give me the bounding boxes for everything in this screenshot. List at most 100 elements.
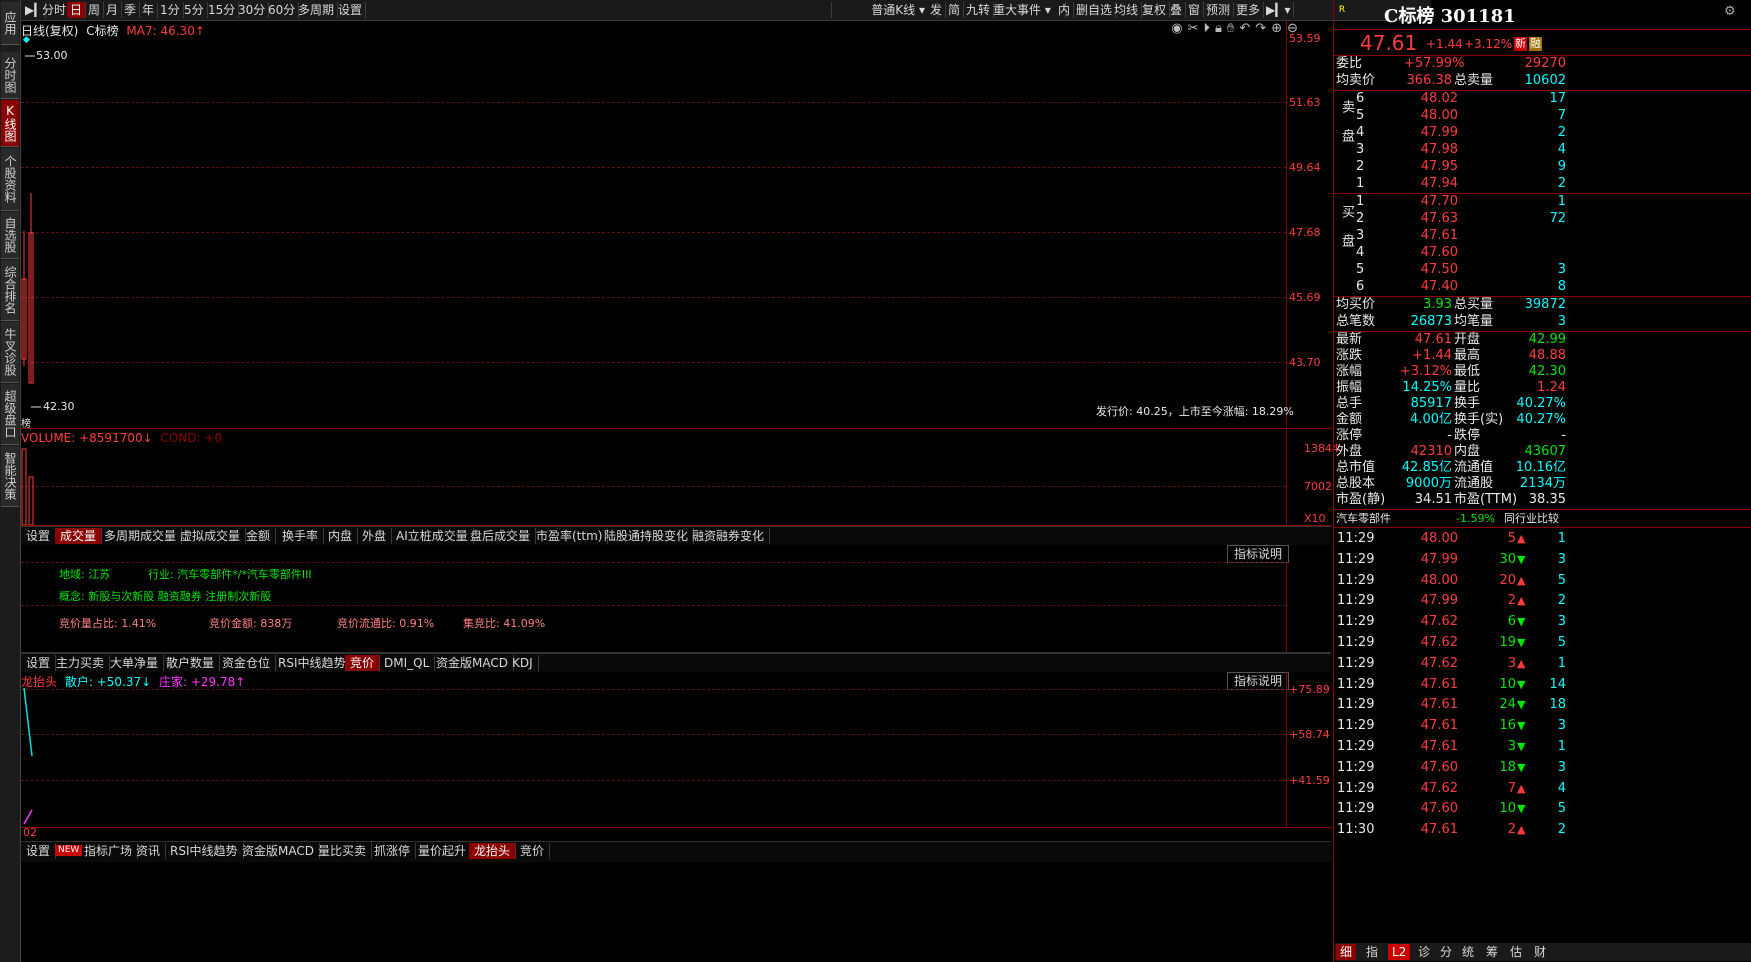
info-tab-virtual-volume[interactable]: 虚拟成交量 [175, 528, 247, 544]
ind-tab-dmi-ql[interactable]: DMI_QL [379, 655, 436, 671]
multi-period-button[interactable]: 多周期 [295, 2, 339, 18]
sidebar-tab-watchlist[interactable]: 自选股 [1, 212, 19, 259]
info-tab-margin[interactable]: 融资融券变化 [687, 528, 771, 544]
tick-count: 1 [1557, 739, 1566, 754]
sidebar-tab-super-board[interactable]: 超级盘口 [1, 384, 19, 445]
toolbar-overlay[interactable]: 叠 [1167, 2, 1187, 18]
toolbar-ma[interactable]: 均线 [1111, 2, 1143, 18]
qtab-diag[interactable]: 诊 [1414, 944, 1434, 960]
eye-icon[interactable]: ◉ [1171, 21, 1187, 36]
info-tab-volume[interactable]: 成交量 [55, 528, 103, 544]
toolbar-more[interactable]: 更多 [1233, 2, 1265, 18]
high-price-marker: 53.00 [36, 49, 68, 62]
period-month[interactable]: 月 [103, 2, 123, 18]
qtab-valuation[interactable]: 估 [1506, 944, 1526, 960]
bid-volume: 8 [1557, 279, 1566, 294]
qtab-fen[interactable]: 分 [1436, 944, 1456, 960]
expand-icon[interactable]: ▶▎▾ [1263, 2, 1295, 18]
indicator-explain-button[interactable]: 指标说明 [1227, 672, 1290, 690]
undo-icon[interactable]: ↶ [1239, 21, 1255, 36]
redo-icon[interactable]: ↷ [1255, 21, 1271, 36]
quote-bottom-tabs: 细 指 L2 诊 分 统 筹 估 财 [1334, 943, 1751, 961]
ind-tab-main-force[interactable]: 主力买卖 [51, 655, 111, 671]
qtab-index[interactable]: 指 [1362, 944, 1382, 960]
toolbar-adjust[interactable]: 复权 [1139, 2, 1171, 18]
sidebar-tab-apps[interactable]: 应用 [1, 2, 19, 45]
scissors-icon[interactable]: ✂ [1188, 21, 1204, 36]
info-tab-pe-ttm[interactable]: 市盈率(ttm) [531, 528, 609, 544]
low-price-marker: 42.30 [43, 400, 75, 413]
period-week[interactable]: 周 [85, 2, 105, 18]
ind-tab-auction[interactable]: 竞价 [345, 655, 381, 671]
last-price: 47.61 [1360, 31, 1418, 55]
toolbar-fa[interactable]: 发 [927, 2, 947, 18]
bottom-tab-volume-ratio[interactable]: 量比买卖 [313, 843, 373, 859]
hand-icon[interactable]: ✋︎ [1227, 21, 1239, 36]
stat-row: 涨停 - 跌停 - [1336, 428, 1566, 444]
info-tab-hk-connect[interactable]: 陆股通持股变化 [599, 528, 695, 544]
ind-tab-rsi-trend[interactable]: RSI中线趋势 [273, 655, 352, 671]
bottom-tab-settings[interactable]: 设置 [21, 843, 57, 859]
info-tab-ai-volume[interactable]: AI立桩成交量 [391, 528, 474, 544]
bottom-tab-news[interactable]: 资讯 [131, 843, 167, 859]
bottom-tab-limit-up[interactable]: 抓涨停 [369, 843, 417, 859]
bottom-tab-volume-price[interactable]: 量价起升 [413, 843, 473, 859]
sidebar-tab-ranking[interactable]: 综合排名 [1, 260, 19, 321]
period-intraday[interactable]: 分时 [39, 2, 71, 18]
settings-button[interactable]: 设置 [335, 2, 367, 18]
bid-row: 4 47.60 [1336, 245, 1566, 261]
arrow-up-icon: ▲ [1517, 532, 1526, 545]
period-quarter[interactable]: 季 [121, 2, 141, 18]
qtab-stats[interactable]: 统 [1458, 944, 1478, 960]
bottom-tab-indicator-plaza[interactable]: 指标广场 [79, 843, 139, 859]
stat-row: 总市值 42.85亿 流通值 10.16亿 [1336, 460, 1566, 476]
period-year[interactable]: 年 [139, 2, 159, 18]
lock-icon[interactable]: 🔒︎ [1215, 21, 1227, 36]
zoom-in-icon[interactable]: ⊕ [1271, 21, 1287, 36]
ind-tab-fund-macd[interactable]: 资金版MACD [431, 655, 514, 671]
ind-tab-big-order[interactable]: 大单净量 [105, 655, 165, 671]
toolbar-forecast[interactable]: 预测 [1203, 2, 1235, 18]
info-tab-inner[interactable]: 内盘 [323, 528, 359, 544]
qtab-l2[interactable]: L2 [1388, 944, 1411, 960]
sidebar-tab-intraday[interactable]: 分时图 [1, 52, 19, 99]
tick-volume: 6 [1507, 614, 1516, 630]
tick-count: 3 [1557, 718, 1566, 734]
toolbar-remove-watch[interactable]: 删自选 [1073, 2, 1117, 18]
toolbar-window[interactable]: 窗 [1185, 2, 1205, 18]
tick-time: 11:29 [1337, 697, 1375, 713]
period-1min[interactable]: 1分 [157, 2, 184, 18]
bottom-tab-fund-macd[interactable]: 资金版MACD [237, 843, 320, 859]
info-tab-outer[interactable]: 外盘 [357, 528, 393, 544]
sidebar-tab-diagnosis[interactable]: 牛叉诊股 [1, 322, 19, 383]
info-tab-settings[interactable]: 设置 [21, 528, 57, 544]
y-tick-label: 43.70 [1289, 356, 1321, 369]
sidebar-tab-profile[interactable]: 个股资料 [1, 148, 19, 211]
info-tab-after-hours[interactable]: 盘后成交量 [465, 528, 537, 544]
sidebar-tab-kline[interactable]: K线图 [1, 100, 19, 147]
info-tab-turnover[interactable]: 换手率 [277, 528, 325, 544]
total-trades-row: 总笔数 26873 均笔量 3 [1336, 314, 1566, 330]
gear-icon[interactable]: ⚙ [1724, 4, 1736, 19]
peer-compare-button[interactable]: 同行业比较 [1504, 511, 1559, 527]
sidebar-tab-smart-decision[interactable]: 智能决策 [1, 446, 19, 507]
qtab-detail[interactable]: 细 [1336, 944, 1357, 960]
ind-tab-kdj[interactable]: KDJ [507, 655, 539, 671]
info-tab-amount[interactable]: 金额 [241, 528, 277, 544]
sector-name[interactable]: 汽车零部件 [1336, 511, 1391, 527]
qtab-finance[interactable]: 财 [1530, 944, 1550, 960]
qtab-chip[interactable]: 筹 [1482, 944, 1502, 960]
ind-tab-retail-count[interactable]: 散户数量 [161, 655, 221, 671]
info-tab-multi-volume[interactable]: 多周期成交量 [99, 528, 183, 544]
bottom-tab-rsi-trend[interactable]: RSI中线趋势 [165, 843, 244, 859]
bottom-tab-dragon[interactable]: 龙抬头 [469, 843, 517, 859]
period-5min[interactable]: 5分 [181, 2, 208, 18]
play-icon[interactable]: ⏵ [1204, 21, 1216, 36]
toolbar-jian[interactable]: 简 [945, 2, 965, 18]
kline-type-select[interactable]: 普通K线 ▾ [831, 2, 938, 18]
bottom-tab-auction[interactable]: 竞价 [515, 843, 551, 859]
indicator-explain-button[interactable]: 指标说明 [1227, 545, 1290, 563]
ind-tab-fund-position[interactable]: 资金仓位 [217, 655, 277, 671]
period-day[interactable]: 日 [67, 2, 87, 18]
toolbar-nei[interactable]: 内 [1055, 2, 1075, 18]
